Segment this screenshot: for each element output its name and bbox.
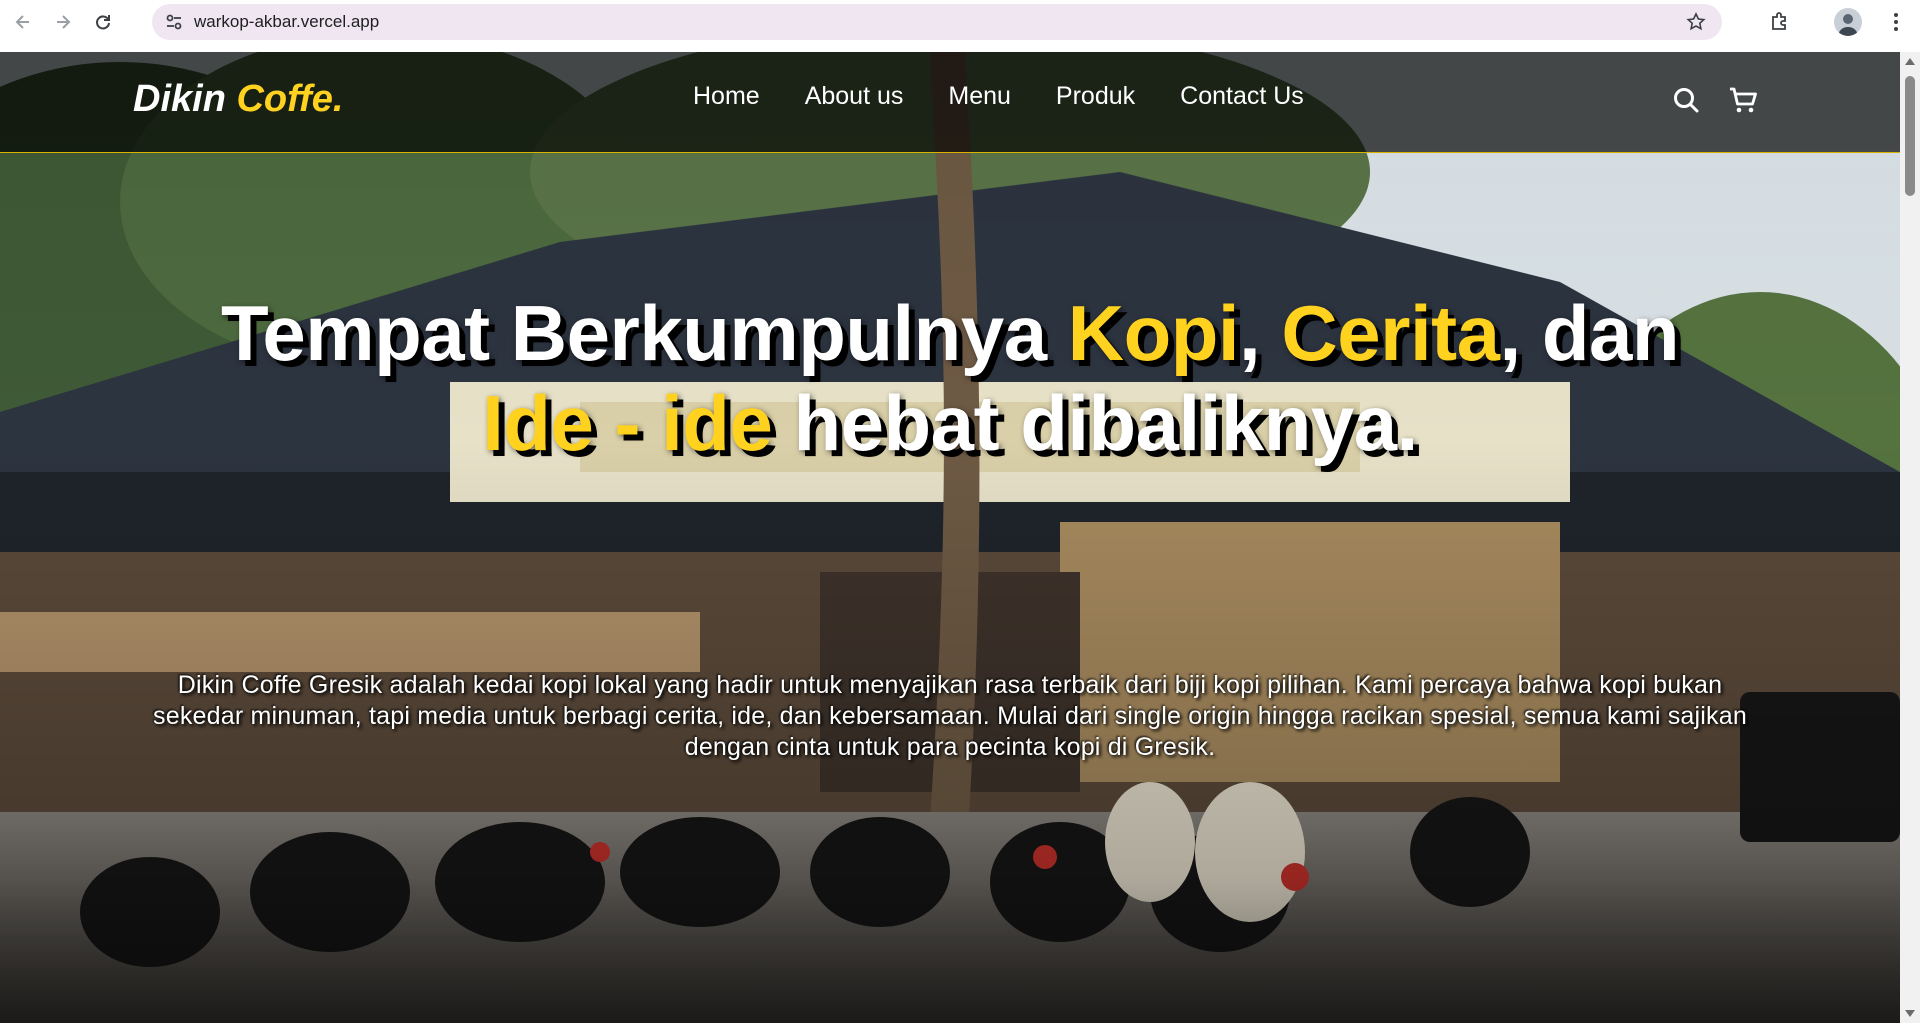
main-menu: Home About us Menu Produk Contact Us xyxy=(693,82,1304,111)
headline-text-4: hebat dibaliknya. xyxy=(772,379,1419,467)
nav-link-contact-us[interactable]: Contact Us xyxy=(1180,82,1304,111)
bookmark-star-icon[interactable] xyxy=(1686,12,1706,32)
search-icon[interactable] xyxy=(1672,86,1700,114)
browser-toolbar: warkop-akbar.vercel.app xyxy=(0,0,1920,44)
headline-text-2: , xyxy=(1239,289,1282,377)
hero-tagline: Dikin Coffe Gresik adalah kedai kopi lok… xyxy=(153,671,1747,761)
site-info-button[interactable] xyxy=(156,4,192,40)
profile-avatar[interactable] xyxy=(1834,8,1862,36)
headline-text-1: Tempat Berkumpulnya xyxy=(221,289,1068,377)
page-scrollbar[interactable] xyxy=(1900,52,1920,1023)
back-arrow-icon xyxy=(15,15,29,29)
forward-arrow-icon xyxy=(57,15,71,29)
logo-accent: Coffe. xyxy=(236,78,344,120)
nav-link-about-us[interactable]: About us xyxy=(805,82,904,111)
reload-icon xyxy=(96,15,110,30)
logo-main: Dikin xyxy=(133,78,226,120)
avatar-person-icon xyxy=(1838,14,1858,36)
reload-button[interactable] xyxy=(86,5,120,39)
headline-text-3: , dan xyxy=(1499,289,1679,377)
nav-link-menu[interactable]: Menu xyxy=(948,82,1011,111)
hero-headline: Tempat Berkumpulnya Kopi, Cerita, dan Id… xyxy=(60,288,1840,468)
hero-overlay xyxy=(0,52,1900,1023)
scroll-up-arrow-icon[interactable] xyxy=(1905,58,1915,65)
forward-button[interactable] xyxy=(46,5,80,39)
nav-link-home[interactable]: Home xyxy=(693,82,760,111)
headline-highlight-kopi: Kopi xyxy=(1067,289,1240,377)
url-text[interactable]: warkop-akbar.vercel.app xyxy=(194,12,379,32)
site-logo[interactable]: Dikin Coffe. xyxy=(133,78,343,121)
site-navbar: Dikin Coffe. Home About us Menu Produk C… xyxy=(0,52,1900,153)
extensions-icon[interactable] xyxy=(1768,10,1792,34)
back-button[interactable] xyxy=(6,5,40,39)
headline-highlight-ide: Ide - ide xyxy=(482,379,773,467)
shopping-cart-icon[interactable] xyxy=(1728,86,1758,114)
site-info-icon xyxy=(166,14,182,30)
scroll-down-arrow-icon[interactable] xyxy=(1905,1010,1915,1017)
scrollbar-thumb[interactable] xyxy=(1905,76,1915,196)
headline-highlight-cerita: Cerita xyxy=(1281,289,1500,377)
nav-link-produk[interactable]: Produk xyxy=(1056,82,1135,111)
address-bar[interactable]: warkop-akbar.vercel.app xyxy=(152,4,1722,40)
more-menu-icon[interactable] xyxy=(1884,10,1908,34)
page-viewport: Tempat Berkumpulnya Kopi, Cerita, dan Id… xyxy=(0,52,1900,1023)
hero-section: Tempat Berkumpulnya Kopi, Cerita, dan Id… xyxy=(0,52,1900,1023)
